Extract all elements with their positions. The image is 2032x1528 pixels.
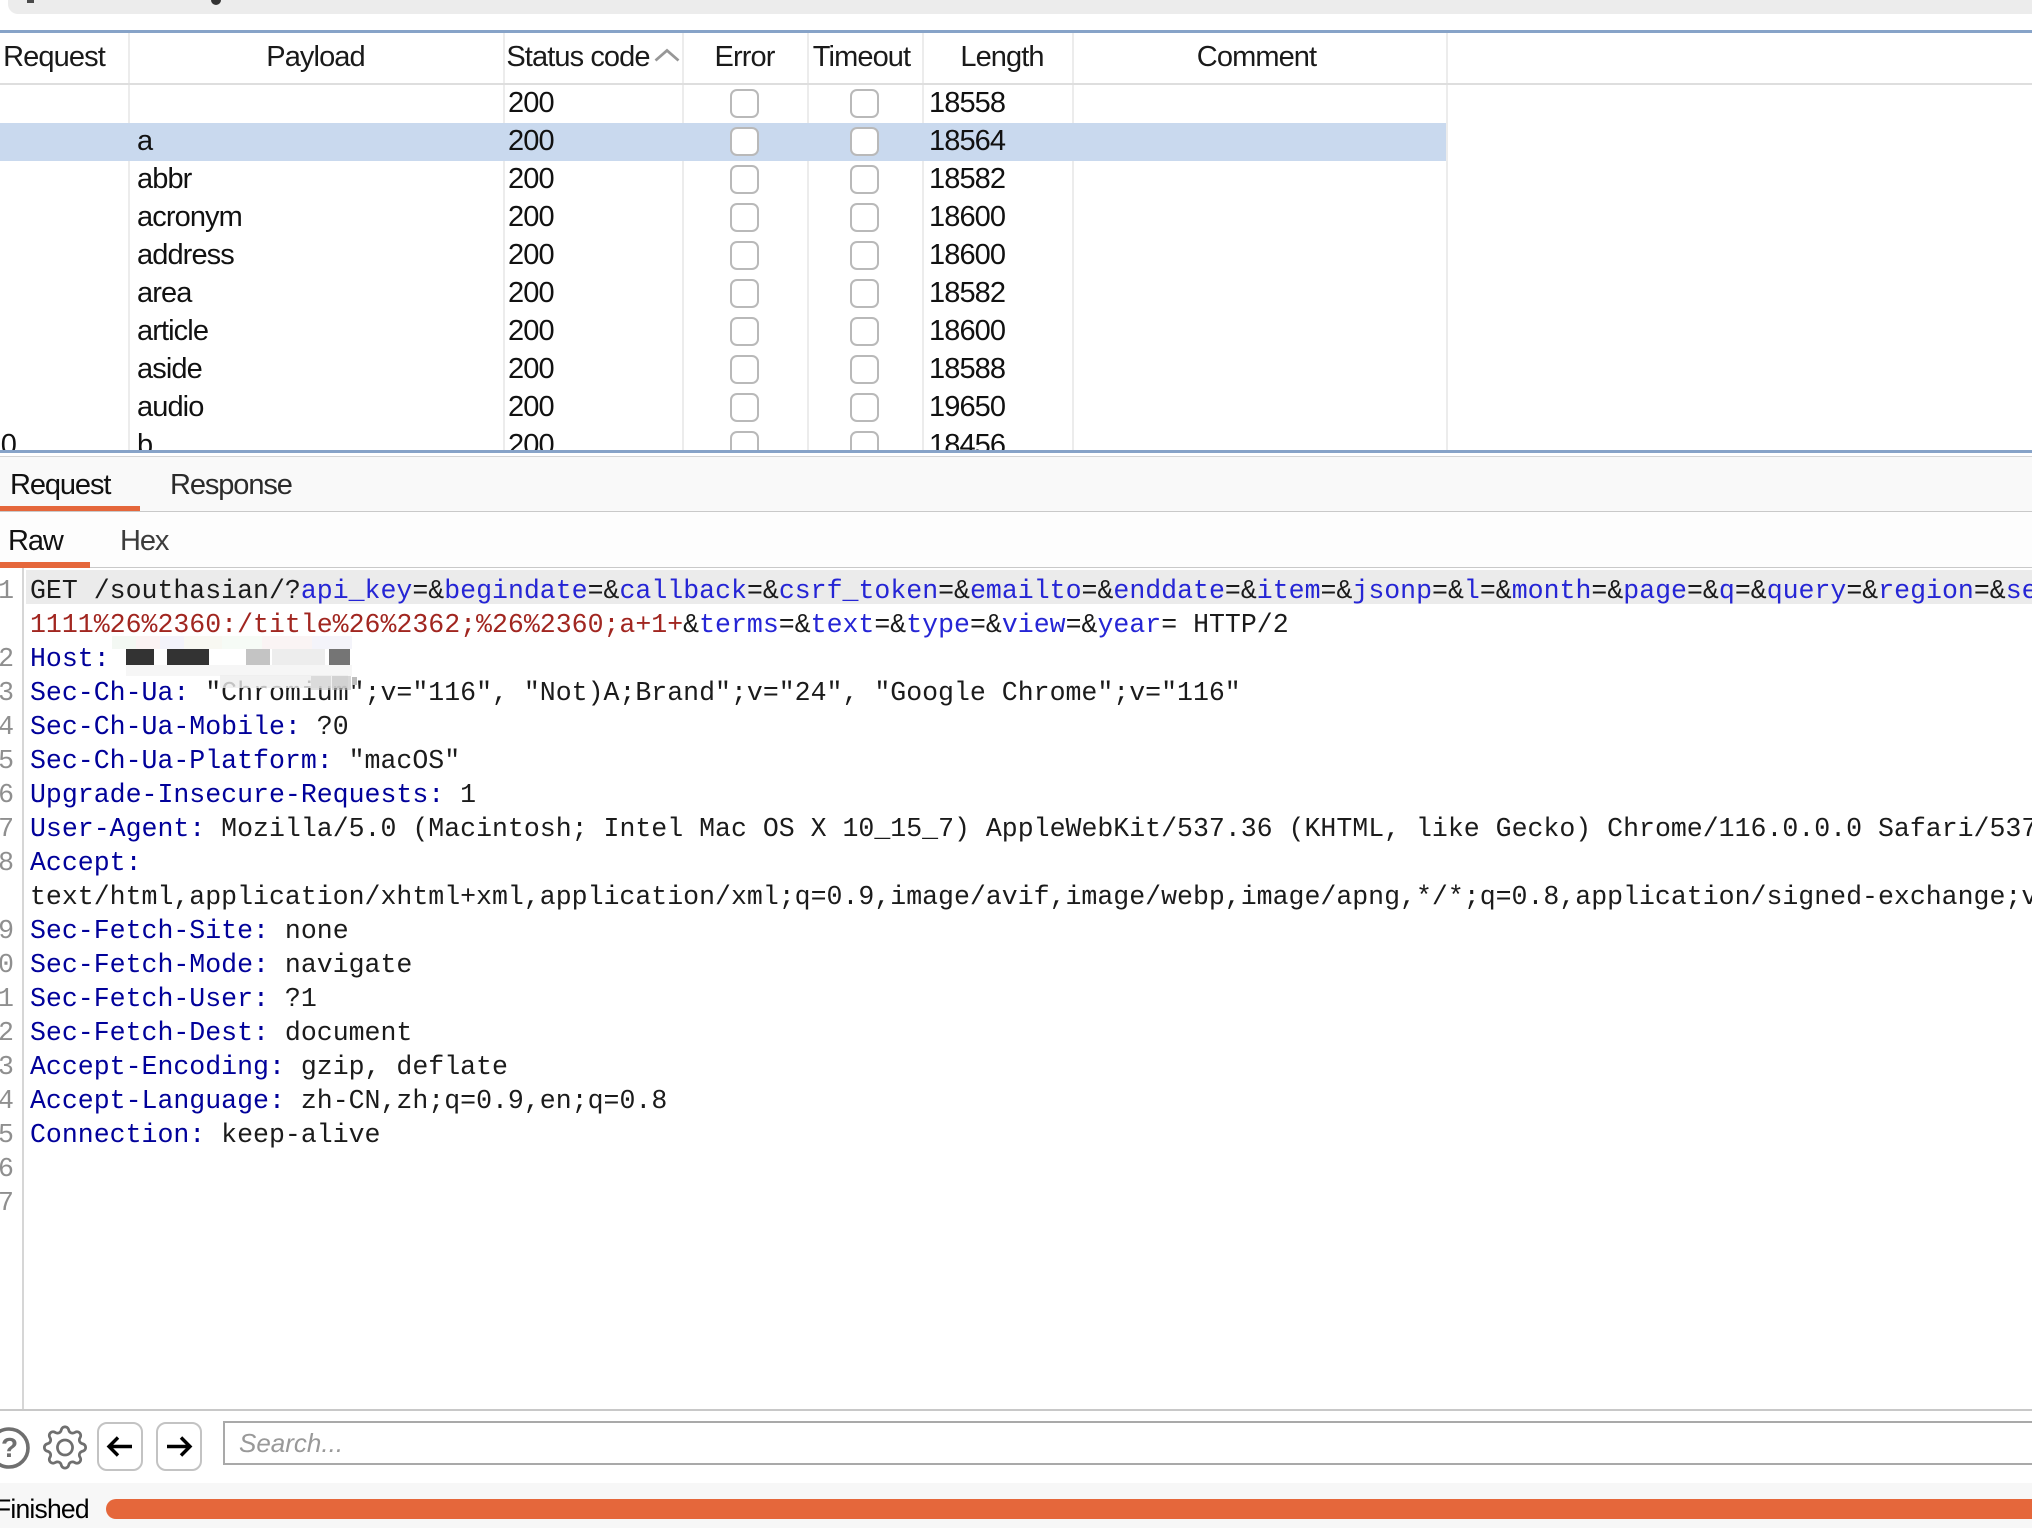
svg-text:?: ? [1, 1432, 18, 1463]
